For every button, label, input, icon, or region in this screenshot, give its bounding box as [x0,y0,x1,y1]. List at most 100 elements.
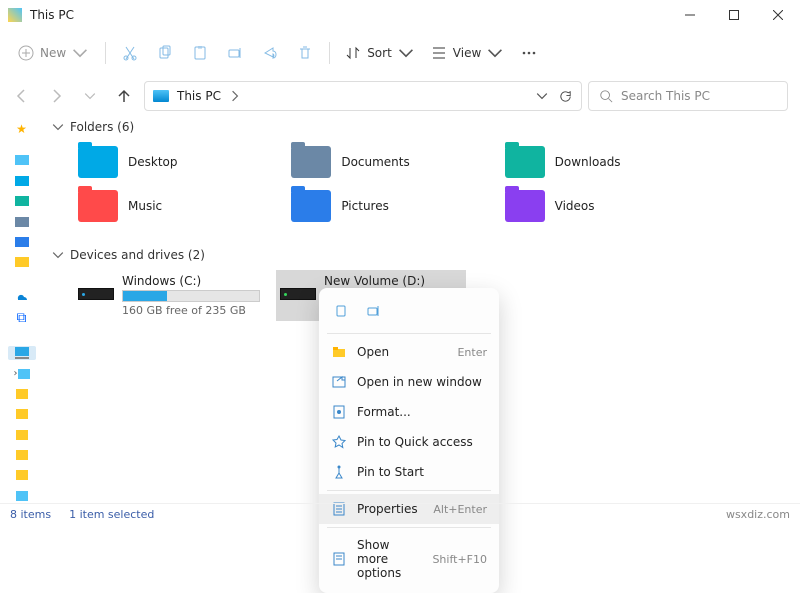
folder-item-documents[interactable]: .folder-icon[style*='#6b88a6']::before{b… [287,142,480,182]
sidebar-item-drive1[interactable]: › [13,366,31,380]
search-icon [599,89,613,103]
view-icon [431,45,447,61]
status-item-count: 8 items [10,508,51,521]
sidebar-item-pictures[interactable] [13,235,31,249]
command-bar: New Sort View [0,30,800,76]
folders-grid: .folder-icon[style*='#00a9e6']::before{b… [44,138,694,244]
chevron-down-icon [52,249,64,261]
maximize-button[interactable] [712,0,756,30]
sidebar-item-drive4[interactable] [13,427,31,441]
sidebar-item-thispc[interactable] [8,346,36,360]
folder-icon [331,344,347,360]
sidebar-item-drive6[interactable] [13,468,31,482]
ctx-label: Open in new window [357,375,482,389]
plus-circle-icon [18,45,34,61]
breadcrumb-location[interactable]: This PC [177,89,221,103]
sidebar-item-drive2[interactable] [13,387,31,401]
ctx-shortcut: Shift+F10 [432,553,487,566]
ctx-menu-pin-to-start[interactable]: Pin to Start [319,457,499,487]
folder-icon: .folder-icon[style*='#ff4a4a']::before{b… [78,190,118,222]
sidebar-item-documents[interactable] [13,214,31,228]
search-input[interactable]: Search This PC [588,81,788,111]
folder-icon: .folder-icon[style*='#6b88a6']::before{b… [291,146,331,178]
ctx-menu-pin-to-quick-access[interactable]: Pin to Quick access [319,427,499,457]
pinstart-icon [331,464,347,480]
ctx-copy-button[interactable] [329,298,355,324]
more-button[interactable] [514,38,544,68]
folder-label: Pictures [341,199,389,213]
forward-button[interactable] [42,82,70,110]
sort-icon [345,45,361,61]
folder-item-videos[interactable]: .folder-icon[style*='#8a3ff0']::before{b… [501,186,694,226]
drive-name: New Volume (D:) [324,274,462,288]
folder-icon: .folder-icon[style*='#8a3ff0']::before{b… [505,190,545,222]
back-button[interactable] [8,82,36,110]
folder-label: Documents [341,155,409,169]
folder-label: Videos [555,199,595,213]
sidebar-item-downloads[interactable] [13,194,31,208]
sidebar-item-software[interactable] [13,255,31,269]
ctx-menu-open-in-new-window[interactable]: Open in new window [319,367,499,397]
status-bar: 8 items 1 item selected wsxdiz.com [0,503,800,525]
chevron-right-icon [229,90,241,102]
folder-item-desktop[interactable]: .folder-icon[style*='#00a9e6']::before{b… [74,142,267,182]
up-button[interactable] [110,82,138,110]
drive-free-text: 160 GB free of 235 GB [122,304,260,317]
folder-label: Downloads [555,155,621,169]
chevron-down-icon [398,45,414,61]
search-placeholder: Search This PC [621,89,710,103]
address-bar[interactable]: This PC [144,81,582,111]
ctx-menu-format-[interactable]: Format... [319,397,499,427]
new-button[interactable]: New [10,41,96,65]
drive-name: Windows (C:) [122,274,260,288]
folder-item-downloads[interactable]: .folder-icon[style*='#10b4a0']::before{b… [501,142,694,182]
sidebar-item-desktop[interactable] [13,174,31,188]
title-bar: This PC [0,0,800,30]
cut-button[interactable] [115,38,145,68]
drive-usage-bar [122,290,260,302]
recent-button[interactable] [76,82,104,110]
sidebar-item-quickaccess[interactable] [13,153,31,167]
sidebar-item-drive7[interactable] [13,489,31,503]
address-row: This PC Search This PC [0,76,800,116]
window-controls [668,0,800,30]
chevron-down-icon[interactable] [536,90,548,102]
window-title: This PC [30,8,74,22]
refresh-icon[interactable] [558,89,573,104]
share-button[interactable] [255,38,285,68]
rename-button[interactable] [220,38,250,68]
folder-icon: .folder-icon[style*='#10b4a0']::before{b… [505,146,545,178]
ctx-menu-show-more-options[interactable]: Show more options Shift+F10 [319,531,499,587]
sidebar-item-onedrive[interactable] [13,290,31,304]
folder-item-music[interactable]: .folder-icon[style*='#ff4a4a']::before{b… [74,186,267,226]
folder-label: Music [128,199,162,213]
sort-button[interactable]: Sort [339,41,420,65]
copy-button[interactable] [150,38,180,68]
sidebar-item-drive5[interactable] [13,448,31,462]
ctx-menu-open[interactable]: OpenEnter [319,337,499,367]
newwin-icon [331,374,347,390]
ctx-label: Pin to Quick access [357,435,473,449]
more-icon [331,551,347,567]
minimize-button[interactable] [668,0,712,30]
app-icon [8,8,22,22]
sidebar-item-drive3[interactable] [13,407,31,421]
folder-item-pictures[interactable]: .folder-icon[style*='#2b7de9']::before{b… [287,186,480,226]
ctx-rename-button[interactable] [361,298,387,324]
ctx-label: Show more options [357,538,422,580]
drive-item[interactable]: .diskicon[style*='#2aa7e6']::after{backg… [74,270,264,321]
close-button[interactable] [756,0,800,30]
sidebar-item-dropbox[interactable]: ⧉ [13,310,31,326]
pinqa-icon [331,434,347,450]
folders-section-header[interactable]: Folders (6) [44,116,790,138]
delete-button[interactable] [290,38,320,68]
context-menu: OpenEnter Open in new window Format... Pin … [319,288,499,593]
format-icon [331,404,347,420]
drives-section-header[interactable]: Devices and drives (2) [44,244,790,266]
disk-icon: .diskicon[style*='#2aa7e6']::after{backg… [78,288,114,300]
ctx-label: Open [357,345,389,359]
watermark: wsxdiz.com [726,508,790,521]
view-button[interactable]: View [425,41,509,65]
paste-button[interactable] [185,38,215,68]
sidebar-item-favorite[interactable]: ★ [13,122,31,136]
